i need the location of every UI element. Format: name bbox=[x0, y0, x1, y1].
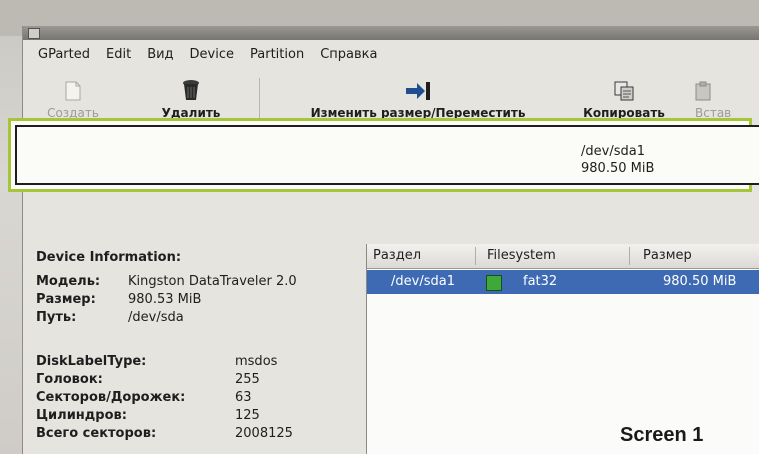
menu-help[interactable]: Справка bbox=[315, 47, 382, 62]
info-key: Всего секторов: bbox=[36, 426, 157, 441]
menubar: GParted Edit Вид Device Partition Справк… bbox=[23, 40, 759, 68]
row-partition: /dev/sda1 bbox=[391, 274, 455, 289]
info-key: Модель: bbox=[36, 274, 101, 289]
info-key: Головок: bbox=[36, 372, 103, 387]
toolbar-separator bbox=[259, 78, 260, 118]
info-value: 63 bbox=[235, 390, 252, 405]
partition-map-label: /dev/sda1 980.50 MiB bbox=[581, 143, 654, 177]
new-document-icon bbox=[65, 81, 81, 101]
window-menu-icon[interactable] bbox=[28, 28, 40, 39]
info-value: Kingston DataTraveler 2.0 bbox=[128, 274, 297, 289]
table-row[interactable]: /dev/sda1 fat32 980.50 MiB bbox=[367, 270, 759, 294]
info-value: 255 bbox=[235, 372, 260, 387]
info-key: DiskLabelType: bbox=[36, 354, 147, 369]
info-value: /dev/sda bbox=[128, 310, 184, 325]
menu-device[interactable]: Device bbox=[185, 47, 239, 62]
trash-icon bbox=[183, 80, 199, 100]
info-key: Путь: bbox=[36, 310, 77, 325]
menu-view[interactable]: Вид bbox=[142, 47, 178, 62]
info-value: 125 bbox=[235, 408, 260, 423]
partition-table: Раздел Filesystem Размер /dev/sda1 fat32… bbox=[366, 244, 759, 454]
info-value: 2008125 bbox=[235, 426, 293, 441]
resize-arrow-icon bbox=[406, 82, 430, 100]
screen-caption: Screen 1 bbox=[620, 424, 704, 446]
row-size: 980.50 MiB bbox=[663, 274, 737, 289]
info-key: Секторов/Дорожек: bbox=[36, 390, 186, 405]
row-filesystem: fat32 bbox=[523, 274, 558, 289]
copy-icon bbox=[614, 81, 634, 101]
column-header-size[interactable]: Размер bbox=[643, 248, 692, 263]
device-info-panel: Device Information: Модель: Kingston Dat… bbox=[26, 244, 367, 454]
filesystem-color-swatch bbox=[486, 275, 502, 291]
menu-partition[interactable]: Partition bbox=[245, 47, 309, 62]
device-info-heading: Device Information: bbox=[36, 250, 182, 265]
info-key: Цилиндров: bbox=[36, 408, 127, 423]
paste-icon bbox=[695, 81, 711, 101]
menu-edit[interactable]: Edit bbox=[101, 47, 136, 62]
partition-map-device: /dev/sda1 bbox=[581, 144, 645, 159]
table-header: Раздел Filesystem Размер bbox=[367, 244, 759, 269]
menu-gparted[interactable]: GParted bbox=[33, 47, 95, 62]
column-header-partition[interactable]: Раздел bbox=[373, 248, 421, 263]
window-titlebar bbox=[23, 26, 759, 40]
info-value: msdos bbox=[235, 354, 278, 369]
info-key: Размер: bbox=[36, 292, 96, 307]
partition-map-size: 980.50 MiB bbox=[581, 161, 655, 176]
column-separator bbox=[475, 247, 476, 265]
column-header-filesystem[interactable]: Filesystem bbox=[487, 248, 556, 263]
column-separator bbox=[629, 247, 630, 265]
info-value: 980.53 MiB bbox=[128, 292, 202, 307]
